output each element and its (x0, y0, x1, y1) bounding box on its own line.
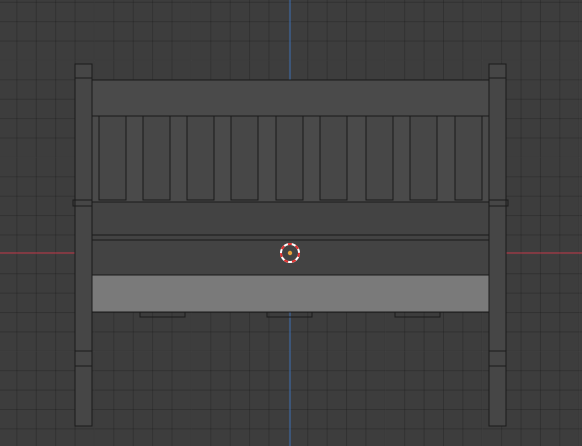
viewport-canvas[interactable] (0, 0, 582, 446)
support-bracket (139, 311, 186, 318)
slat[interactable] (319, 115, 348, 201)
slat[interactable] (186, 115, 215, 201)
back-slats[interactable] (98, 115, 483, 201)
left-post[interactable] (72, 63, 93, 427)
right-post[interactable] (488, 63, 509, 427)
3d-viewport[interactable] (0, 0, 582, 446)
slat[interactable] (409, 115, 438, 201)
seat-top[interactable] (91, 201, 490, 276)
left-post-body[interactable] (74, 63, 93, 427)
right-post-body[interactable] (488, 63, 507, 427)
slat[interactable] (142, 115, 171, 201)
slat[interactable] (98, 115, 127, 201)
seat-front-board[interactable] (90, 274, 491, 313)
slat[interactable] (230, 115, 259, 201)
slat[interactable] (275, 115, 304, 201)
support-bracket (394, 311, 441, 318)
slat[interactable] (365, 115, 394, 201)
slat[interactable] (454, 115, 483, 201)
